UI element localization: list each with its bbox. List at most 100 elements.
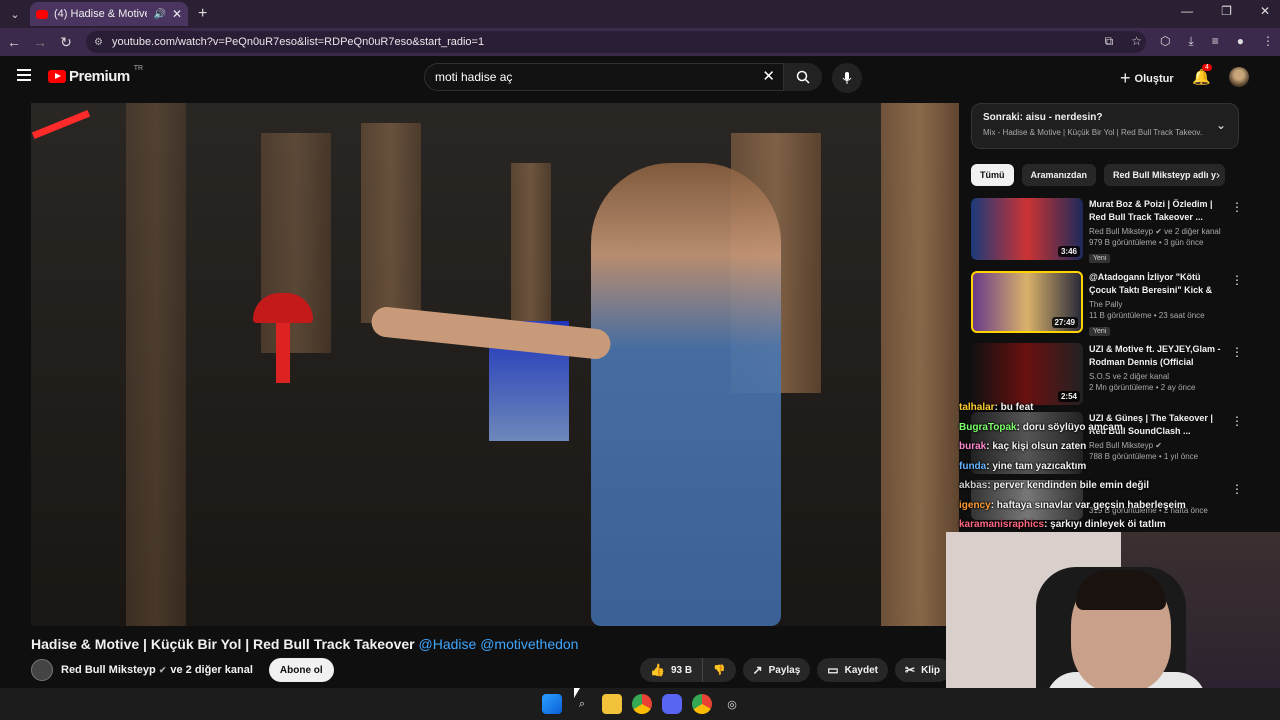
discord-icon[interactable] bbox=[662, 694, 682, 714]
tab-search-icon[interactable]: ⌄ bbox=[4, 4, 26, 24]
more-dots-icon[interactable]: ⋮ bbox=[1231, 273, 1243, 287]
voice-search-button[interactable] bbox=[832, 63, 862, 93]
filter-chips: Tümü Aramanızdan Red Bull Miksteyp adlı … bbox=[971, 164, 1226, 186]
notification-badge: 4 bbox=[1202, 64, 1212, 71]
address-bar-row: ← → ↻ ⚙ youtube.com/watch?v=PeQn0uR7eso&… bbox=[0, 28, 1280, 56]
browser-tab[interactable]: (4) Hadise & Motive | Küçü 🔊 ✕ bbox=[30, 2, 188, 26]
windows-taskbar: ⌕ ◎ bbox=[0, 688, 1280, 720]
logo-region: TR bbox=[133, 65, 144, 72]
rec-channel: S.O.S ve 2 diğer kanal bbox=[1089, 372, 1170, 381]
search-value: moti hadise aç bbox=[435, 70, 513, 84]
close-tab-icon[interactable]: ✕ bbox=[172, 7, 182, 21]
video-thumbnail[interactable]: 2:54 bbox=[971, 343, 1083, 405]
duration-badge: 3:46 bbox=[1057, 246, 1080, 257]
clear-search-icon[interactable]: ✕ bbox=[762, 67, 775, 85]
chat-line: BugraTopak: doru söylüyo amcam bbox=[959, 421, 1123, 433]
save-button[interactable]: ▭ Kaydet bbox=[817, 658, 888, 682]
download-icon[interactable]: ⤓ bbox=[1188, 34, 1193, 49]
like-button[interactable]: 👍 93 B bbox=[640, 658, 704, 682]
subscribe-button[interactable]: Abone ol bbox=[268, 658, 334, 682]
chip-all[interactable]: Tümü bbox=[971, 164, 1014, 186]
chevron-down-icon[interactable]: ⌄ bbox=[1216, 118, 1226, 132]
chat-line: funda: yine tam yazıcaktım bbox=[959, 460, 1087, 472]
bell-icon: 🔔 bbox=[1192, 69, 1211, 86]
minimize-icon[interactable]: — bbox=[1181, 4, 1193, 18]
profile-icon[interactable]: ● bbox=[1237, 34, 1244, 49]
channel-name[interactable]: Red Bull Miksteyp ✔ bbox=[61, 664, 166, 676]
new-badge: Yeni bbox=[1089, 327, 1111, 336]
chrome-icon[interactable] bbox=[632, 694, 652, 714]
share-button[interactable]: ↗ Paylaş bbox=[742, 658, 811, 682]
list-item[interactable]: 3:46 Murat Boz & Poizi | Özledim | Red B… bbox=[971, 198, 1243, 263]
clip-button[interactable]: ✂ Klip bbox=[895, 658, 950, 682]
account-avatar[interactable] bbox=[1229, 67, 1249, 87]
video-thumbnail[interactable]: 27:49 bbox=[971, 271, 1083, 333]
restore-icon[interactable]: ❐ bbox=[1221, 4, 1232, 18]
rec-meta: 2 Mn görüntüleme • 2 ay önce bbox=[1089, 383, 1196, 392]
rec-meta: 11 B görüntüleme • 23 saat önce bbox=[1089, 311, 1205, 320]
file-explorer-icon[interactable] bbox=[602, 694, 622, 714]
up-next-title: Sonraki: aisu - nerdesin? bbox=[983, 112, 1103, 123]
chevron-right-icon[interactable]: › bbox=[1216, 168, 1220, 182]
app-icon[interactable]: ◎ bbox=[722, 694, 742, 714]
share-icon: ↗ bbox=[752, 663, 763, 677]
microphone-icon bbox=[842, 72, 852, 84]
notifications-button[interactable]: 🔔 4 bbox=[1192, 64, 1212, 86]
speaker-icon[interactable]: 🔊 bbox=[153, 9, 165, 20]
chrome-icon[interactable] bbox=[692, 694, 712, 714]
rec-title: Murat Boz & Poizi | Özledim | Red Bull T… bbox=[1089, 199, 1213, 222]
more-dots-icon[interactable]: ⋮ bbox=[1231, 345, 1243, 359]
list-item[interactable]: 27:49 @Atadogann İzliyor "Kötü Çocuk Tak… bbox=[971, 271, 1243, 336]
reading-list-icon[interactable]: ≡ bbox=[1212, 34, 1219, 49]
extensions-icon[interactable]: ⬡ bbox=[1160, 34, 1170, 49]
menu-dots-icon[interactable]: ⋮ bbox=[1262, 34, 1274, 49]
reload-icon[interactable]: ↻ bbox=[54, 34, 78, 51]
url-field[interactable]: ⚙ youtube.com/watch?v=PeQn0uR7eso&list=R… bbox=[86, 31, 1146, 53]
video-title: Hadise & Motive | Küçük Bir Yol | Red Bu… bbox=[31, 636, 578, 652]
site-info-icon[interactable]: ⚙ bbox=[94, 37, 108, 48]
new-tab-icon[interactable]: + bbox=[198, 5, 207, 23]
close-window-icon[interactable]: ✕ bbox=[1260, 4, 1270, 18]
like-dislike-group: 👍 93 B 👎 bbox=[640, 658, 736, 682]
bookmark-star-icon[interactable]: ☆ bbox=[1131, 34, 1142, 49]
youtube-header: Premium TR moti hadise aç ✕ + Oluştur 🔔 … bbox=[0, 56, 1280, 100]
up-next-card[interactable]: Sonraki: aisu - nerdesin? Mix - Hadise &… bbox=[971, 103, 1239, 149]
channel-avatar[interactable] bbox=[31, 659, 53, 681]
youtube-favicon-icon bbox=[36, 9, 48, 19]
verified-icon: ✔ bbox=[158, 665, 167, 675]
thumbs-down-icon: 👎 bbox=[713, 664, 726, 676]
channel-extra[interactable]: ve 2 diğer kanal bbox=[170, 664, 253, 676]
stage-light bbox=[31, 110, 91, 139]
channel-row: Red Bull Miksteyp ✔ ve 2 diğer kanal Abo… bbox=[31, 658, 334, 682]
video-title-tags[interactable]: @Hadise @motivethedon bbox=[419, 636, 579, 652]
hamburger-menu-icon[interactable] bbox=[17, 69, 31, 81]
youtube-logo[interactable]: Premium TR bbox=[48, 65, 144, 85]
search-icon bbox=[796, 70, 810, 84]
cast-icon[interactable]: ⧉ bbox=[1105, 34, 1114, 49]
up-next-subtitle: Mix - Hadise & Motive | Küçük Bir Yol | … bbox=[983, 128, 1203, 137]
thumbs-up-icon: 👍 bbox=[650, 663, 665, 677]
browser-tabbar: ⌄ (4) Hadise & Motive | Küçü 🔊 ✕ + — ❐ ✕ bbox=[0, 0, 1280, 28]
video-thumbnail[interactable]: 3:46 bbox=[971, 198, 1083, 260]
chip-from-search[interactable]: Aramanızdan bbox=[1021, 164, 1097, 186]
dislike-button[interactable]: 👎 bbox=[703, 658, 736, 682]
search-input[interactable]: moti hadise aç ✕ bbox=[424, 63, 784, 91]
back-icon[interactable]: ← bbox=[2, 34, 26, 50]
chat-line: akbas: perver kendinden bile emin değil bbox=[959, 480, 1150, 491]
youtube-play-icon bbox=[48, 70, 66, 83]
create-label: Oluştur bbox=[1134, 72, 1174, 85]
save-icon: ▭ bbox=[827, 663, 839, 677]
rec-title: UZI & Motive ft. JEYJEY,Glam - Rodman De… bbox=[1089, 344, 1221, 367]
more-dots-icon[interactable]: ⋮ bbox=[1231, 200, 1243, 214]
window-controls: — ❐ ✕ bbox=[1181, 4, 1270, 18]
tab-title: (4) Hadise & Motive | Küçü bbox=[54, 8, 148, 20]
video-actions: 👍 93 B 👎 ↗ Paylaş ▭ Kaydet ✂ Klip bbox=[640, 658, 950, 682]
create-button[interactable]: + Oluştur bbox=[1120, 68, 1174, 89]
chip-channel[interactable]: Red Bull Miksteyp adlı y bbox=[1104, 164, 1226, 186]
rec-title: @Atadogann İzliyor "Kötü Çocuk Taktı Ber… bbox=[1089, 272, 1213, 295]
windows-start-icon[interactable] bbox=[542, 694, 562, 714]
mouse-cursor bbox=[574, 688, 580, 698]
video-player[interactable] bbox=[31, 103, 959, 626]
forward-icon[interactable]: → bbox=[28, 34, 52, 50]
search-button[interactable] bbox=[784, 63, 822, 91]
